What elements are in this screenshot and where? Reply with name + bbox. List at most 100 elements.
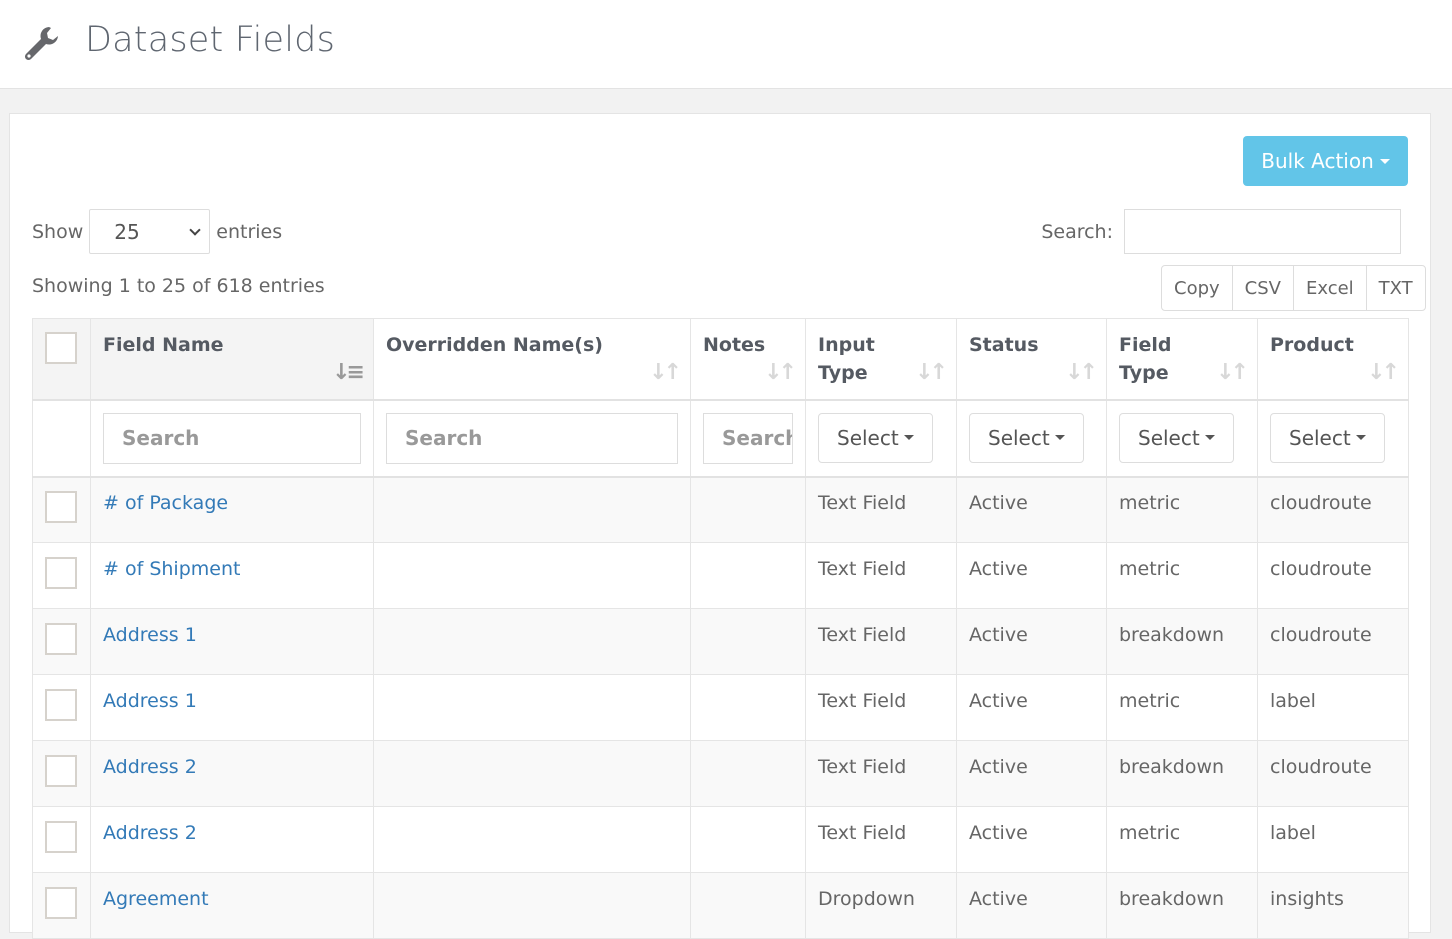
overridden-name-cell <box>373 542 691 609</box>
column-label: Overridden Name(s) <box>386 334 603 356</box>
notes-cell <box>690 872 806 939</box>
row-select-cell <box>32 542 91 609</box>
field-name-link[interactable]: Address 1 <box>103 690 197 712</box>
page-length-select[interactable]: 25 <box>89 209 211 254</box>
page-length-control: Show 25 entries <box>32 209 282 254</box>
copy-button[interactable]: Copy <box>1162 266 1233 310</box>
product-value: insights <box>1270 887 1344 910</box>
column-header-field-name[interactable]: Field Name ↓≡ <box>90 318 374 401</box>
wrench-icon <box>24 27 58 61</box>
status-cell: Active <box>956 806 1107 873</box>
field-type-filter-select[interactable]: Select <box>1119 412 1234 463</box>
field-type-cell: breakdown <box>1106 740 1258 807</box>
sort-icon: ↓↑ <box>1065 359 1098 385</box>
product-cell: cloudroute <box>1257 608 1409 675</box>
select-all-cell <box>32 318 91 401</box>
column-header-overridden-names[interactable]: Overridden Name(s) ↓↑ <box>373 318 691 401</box>
product-filter-select[interactable]: Select <box>1270 412 1385 463</box>
select-label: Select <box>988 425 1050 450</box>
field-name-link[interactable]: # of Package <box>103 492 228 514</box>
product-value: cloudroute <box>1270 623 1372 646</box>
input-type-filter-select[interactable]: Select <box>818 412 933 463</box>
field-type-cell: metric <box>1106 476 1258 543</box>
status-cell: Active <box>956 476 1107 543</box>
column-header-status[interactable]: Status ↓↑ <box>956 318 1107 401</box>
caret-down-icon <box>1054 435 1065 440</box>
input-type-value: Text Field <box>818 491 907 514</box>
row-select-cell <box>32 674 91 741</box>
input-type-cell: Text Field <box>805 740 957 807</box>
input-type-value: Text Field <box>818 755 907 778</box>
page-length-value: 25 <box>114 219 140 244</box>
page-title: Dataset Fields <box>85 20 336 60</box>
field-name-link[interactable]: Address 1 <box>103 624 197 646</box>
column-label: Status <box>969 334 1039 356</box>
row-checkbox[interactable] <box>45 754 77 787</box>
fields-table: Field Name ↓≡ Overridden Name(s) ↓↑ Notes ↓… <box>32 318 1409 939</box>
field-name-cell: Address 1 <box>90 674 374 741</box>
field-type-value: metric <box>1119 689 1181 712</box>
product-cell: cloudroute <box>1257 740 1409 807</box>
notes-cell <box>690 542 806 609</box>
table-row: Address 2 Text Field Active breakdown cloudr… <box>32 740 1409 807</box>
input-type-value: Text Field <box>818 623 907 646</box>
table-row: Address 1 Text Field Active metric label <box>32 674 1409 741</box>
row-select-cell <box>32 608 91 675</box>
bulk-action-button[interactable]: Bulk Action <box>1243 136 1408 186</box>
status-value: Active <box>969 887 1028 910</box>
product-value: label <box>1270 689 1316 712</box>
product-cell: label <box>1257 806 1409 873</box>
row-checkbox[interactable] <box>45 820 77 853</box>
notes-cell <box>690 674 806 741</box>
overridden-name-cell <box>373 740 691 807</box>
select-all-checkbox[interactable] <box>45 332 77 364</box>
field-name-link[interactable]: # of Shipment <box>103 558 240 580</box>
field-name-link[interactable]: Address 2 <box>103 756 197 778</box>
filter-cell-empty <box>32 399 91 478</box>
row-checkbox[interactable] <box>45 622 77 655</box>
notes-cell <box>690 806 806 873</box>
overridden-name-cell <box>373 608 691 675</box>
status-filter-select[interactable]: Select <box>969 412 1084 463</box>
row-checkbox[interactable] <box>45 556 77 589</box>
column-header-input-type[interactable]: Input Type ↓↑ <box>805 318 957 401</box>
show-label: Show <box>32 220 84 243</box>
field-name-cell: # of Shipment <box>90 542 374 609</box>
status-value: Active <box>969 623 1028 646</box>
column-label: Input Type <box>818 334 875 384</box>
product-cell: label <box>1257 674 1409 741</box>
status-value: Active <box>969 491 1028 514</box>
csv-button[interactable]: CSV <box>1233 266 1294 310</box>
field-name-link[interactable]: Agreement <box>103 888 209 910</box>
sort-icon: ↓↑ <box>764 359 797 385</box>
select-label: Select <box>837 425 899 450</box>
overridden-name-search-input[interactable]: Search <box>386 412 678 464</box>
status-value: Active <box>969 689 1028 712</box>
txt-button[interactable]: TXT <box>1367 266 1425 310</box>
column-header-product[interactable]: Product ↓↑ <box>1257 318 1409 401</box>
input-type-cell: Dropdown <box>805 872 957 939</box>
select-label: Select <box>1138 425 1200 450</box>
notes-search-input[interactable]: Search <box>703 412 793 464</box>
notes-cell <box>690 608 806 675</box>
filter-row: Search Search Search Select Select Selec… <box>32 399 1409 478</box>
excel-button[interactable]: Excel <box>1294 266 1367 310</box>
global-search-control: Search: <box>1041 209 1401 254</box>
field-name-link[interactable]: Address 2 <box>103 822 197 844</box>
column-label: Product <box>1270 334 1354 356</box>
field-type-cell: metric <box>1106 806 1258 873</box>
column-header-field-type[interactable]: Field Type ↓↑ <box>1106 318 1258 401</box>
product-value: cloudroute <box>1270 491 1372 514</box>
field-type-cell: breakdown <box>1106 608 1258 675</box>
field-type-value: metric <box>1119 557 1181 580</box>
row-checkbox[interactable] <box>45 688 77 721</box>
global-search-input[interactable] <box>1124 209 1401 254</box>
filter-cell: Search <box>90 399 374 478</box>
input-type-cell: Text Field <box>805 542 957 609</box>
product-cell: cloudroute <box>1257 476 1409 543</box>
field-name-search-input[interactable]: Search <box>103 412 361 464</box>
row-checkbox[interactable] <box>45 490 77 523</box>
field-type-value: breakdown <box>1119 623 1225 646</box>
select-label: Select <box>1289 425 1351 450</box>
column-header-notes[interactable]: Notes ↓↑ <box>690 318 806 401</box>
